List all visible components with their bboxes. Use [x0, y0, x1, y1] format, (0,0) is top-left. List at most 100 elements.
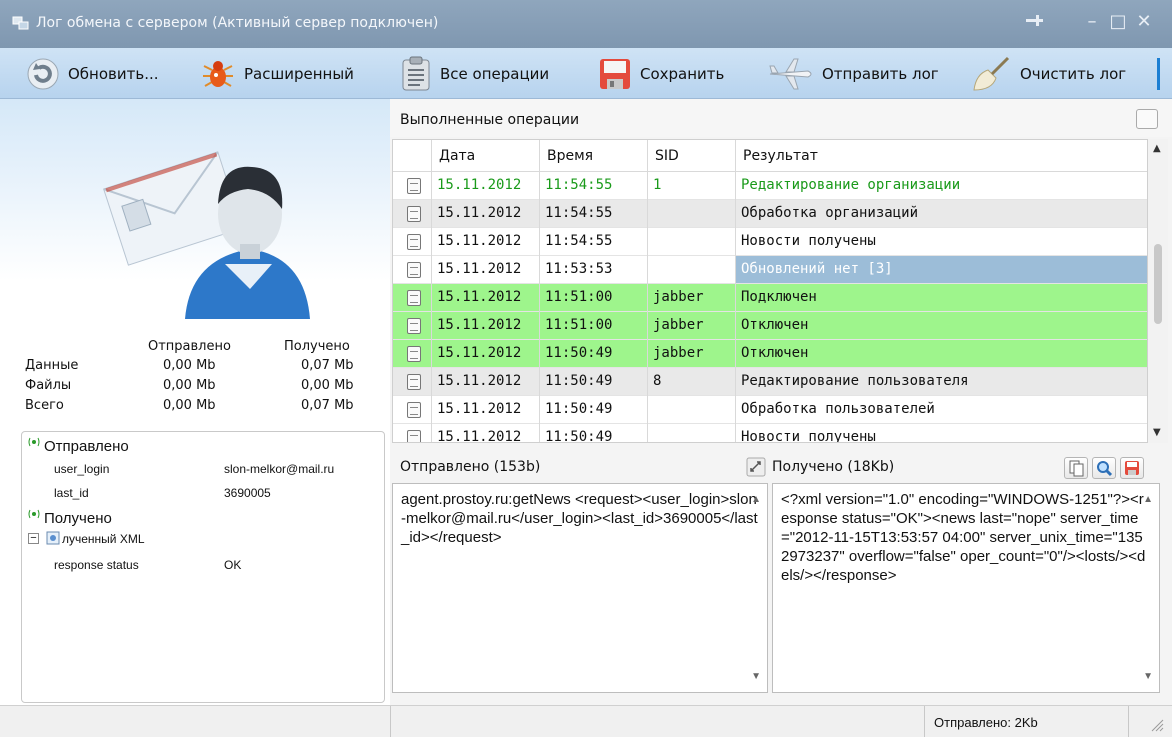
received-pane-label: Получено (18Kb) — [772, 459, 895, 475]
cell-date: 15.11.2012 — [437, 373, 522, 389]
toolbar-end-marker — [1157, 58, 1160, 90]
sent-payload-text[interactable]: agent.prostoy.ru:getNews <request><user_… — [392, 483, 768, 693]
tree-received-label[interactable]: Получено — [44, 510, 112, 527]
broom-icon — [973, 56, 1010, 91]
table-row[interactable]: 15.11.2012 11:54:55 Новости получены — [393, 228, 1147, 256]
operations-title: Выполненные операции — [400, 112, 580, 128]
resize-grip-icon[interactable] — [1148, 716, 1164, 736]
jabber-icon — [407, 346, 421, 362]
stats-row: Данные 0,00 Mb 0,07 Mb — [25, 358, 354, 373]
scroll-up-icon[interactable]: ▲ — [751, 490, 761, 509]
user-icon — [407, 374, 421, 390]
extended-button[interactable]: Расширенный — [200, 48, 354, 99]
cell-result: Новости получены — [741, 233, 876, 249]
title-bar: Лог обмена с сервером (Активный сервер п… — [0, 0, 1172, 48]
column-header-date[interactable]: Дата — [439, 148, 475, 164]
cell-sid: jabber — [653, 345, 704, 361]
send-log-button[interactable]: Отправить лог — [768, 48, 939, 99]
tree-sent-label[interactable]: Отправлено — [44, 438, 129, 455]
airplane-icon — [769, 58, 812, 89]
table-row[interactable]: 15.11.2012 11:50:49 Новости получены — [393, 424, 1147, 443]
table-row[interactable]: 15.11.2012 11:53:53 Обновлений нет [3] — [393, 256, 1147, 284]
cell-date: 15.11.2012 — [437, 317, 522, 333]
clipboard-icon — [402, 56, 430, 90]
cell-result: Новости получены — [741, 429, 876, 443]
column-header-sid[interactable]: SID — [655, 148, 679, 164]
cell-time: 11:54:55 — [545, 205, 613, 221]
copy-button[interactable] — [1064, 457, 1088, 479]
antenna-received-icon — [26, 508, 42, 525]
refresh-icon — [27, 58, 59, 89]
cell-time: 11:54:55 — [545, 233, 613, 249]
floppy-icon — [1125, 461, 1139, 475]
column-header-result[interactable]: Результат — [743, 148, 818, 164]
user-avatar-illustration — [103, 151, 310, 319]
cell-date: 15.11.2012 — [437, 233, 522, 249]
scroll-down-icon[interactable]: ▼ — [751, 667, 761, 686]
cell-result: Редактирование организации — [741, 177, 961, 193]
xml-node-icon — [46, 531, 60, 548]
scroll-thumb[interactable] — [1154, 244, 1162, 324]
table-scrollbar[interactable]: ▲ ▼ — [1148, 139, 1168, 443]
swap-icon[interactable] — [746, 457, 766, 481]
cell-date: 15.11.2012 — [437, 177, 522, 193]
tree-value: slon-melkor@mail.ru — [224, 462, 335, 476]
pin-icon[interactable] — [1022, 11, 1046, 32]
received-payload-text[interactable]: <?xml version="1.0" encoding="WINDOWS-12… — [772, 483, 1160, 693]
payload-bar: Отправлено (153b) Получено (18Kb) — [390, 451, 1172, 481]
table-row[interactable]: 15.11.2012 11:51:00 jabber Подключен — [393, 284, 1147, 312]
cell-sid: 1 — [653, 177, 662, 193]
window-title: Лог обмена с сервером (Активный сервер п… — [36, 15, 439, 31]
stats-header-received: Получено — [284, 339, 350, 354]
tree-key: user_login — [54, 462, 110, 476]
sent-pane-label: Отправлено (153b) — [400, 459, 541, 475]
cell-date: 15.11.2012 — [437, 261, 522, 277]
clear-log-button[interactable]: Очистить лог — [970, 48, 1126, 99]
all-operations-button[interactable]: Все операции — [400, 48, 549, 99]
cell-time: 11:50:49 — [545, 345, 613, 361]
folder-icon[interactable] — [1136, 109, 1158, 129]
request-tree[interactable]: Отправлено user_login slon-melkor@mail.r… — [21, 431, 385, 703]
floppy-icon — [600, 58, 630, 89]
cell-result: Обработка пользователей — [741, 401, 935, 417]
table-row[interactable]: 15.11.2012 11:50:49 jabber Отключен — [393, 340, 1147, 368]
cell-result: Подключен — [741, 289, 817, 305]
close-button[interactable]: ✕ — [1132, 11, 1156, 32]
column-divider — [431, 140, 432, 442]
scroll-up-icon[interactable]: ▲ — [1143, 490, 1153, 509]
scroll-down-icon[interactable]: ▼ — [1143, 667, 1153, 686]
table-row[interactable]: 15.11.2012 11:54:55 Обработка организаций — [393, 200, 1147, 228]
maximize-button[interactable]: □ — [1106, 11, 1130, 32]
collapse-toggle-icon[interactable]: − — [28, 533, 39, 544]
cell-time: 11:50:49 — [545, 401, 613, 417]
cell-result: Редактирование пользователя — [741, 373, 969, 389]
minimize-button[interactable]: – — [1080, 11, 1104, 32]
table-row[interactable]: 15.11.2012 11:51:00 jabber Отключен — [393, 312, 1147, 340]
scroll-down-icon[interactable]: ▼ — [1153, 427, 1161, 438]
tree-key: response status — [54, 558, 139, 572]
cell-date: 15.11.2012 — [437, 345, 522, 361]
status-divider — [924, 706, 925, 737]
table-row[interactable]: 15.11.2012 11:54:55 1 Редактирование органи… — [393, 172, 1147, 200]
refresh-button[interactable]: Обновить... — [26, 48, 159, 99]
operations-panel: Выполненные операции Дата Время SID Резу… — [390, 99, 1172, 705]
status-bar: Отправлено: 2Kb — [0, 705, 1172, 737]
search-button[interactable] — [1092, 457, 1116, 479]
table-row[interactable]: 15.11.2012 11:50:49 Обработка пользователе… — [393, 396, 1147, 424]
status-sent: Отправлено: 2Kb — [934, 715, 1038, 730]
document-icon — [407, 402, 421, 418]
app-icon — [12, 16, 29, 30]
column-divider — [647, 140, 648, 442]
cell-result: Отключен — [741, 345, 809, 361]
cell-time: 11:51:00 — [545, 317, 613, 333]
scroll-up-icon[interactable]: ▲ — [1153, 143, 1161, 154]
save-payload-button[interactable] — [1120, 457, 1144, 479]
antenna-sent-icon — [26, 436, 42, 453]
save-button[interactable]: Сохранить — [598, 48, 724, 99]
column-header-time[interactable]: Время — [547, 148, 593, 164]
cell-result: Обновлений нет [3] — [741, 261, 893, 277]
table-row[interactable]: 15.11.2012 11:50:49 8 Редактирование пользо… — [393, 368, 1147, 396]
operations-table[interactable]: Дата Время SID Результат 15.11.2012 11:54… — [392, 139, 1148, 443]
tree-xml-node[interactable]: лученный XML — [62, 532, 145, 546]
cell-sid: 8 — [653, 373, 662, 389]
